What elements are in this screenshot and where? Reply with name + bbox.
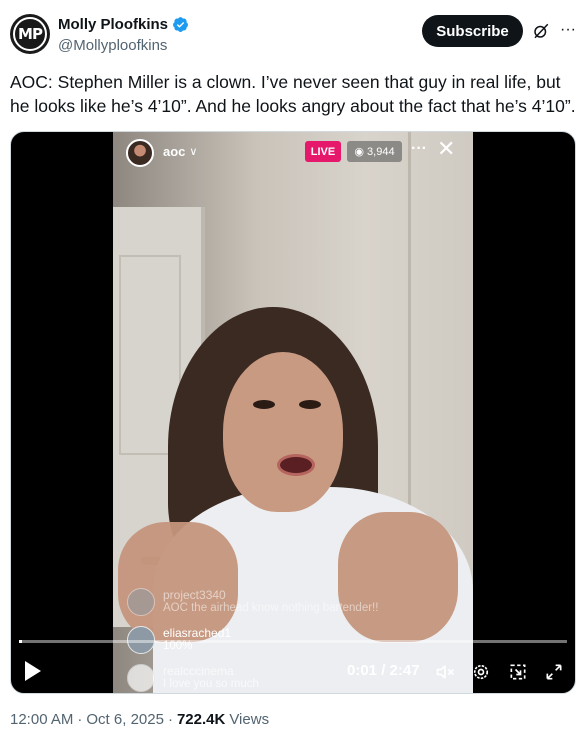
name-row: Molly Ploofkins xyxy=(58,16,189,33)
live-comment: project3340 AOC the airhead know nothing… xyxy=(127,588,378,616)
person-hand-right xyxy=(338,512,458,642)
viewer-count: 3,944 xyxy=(367,145,395,158)
stream-user: aoc ∨ xyxy=(163,144,197,159)
stream-avatar xyxy=(126,139,154,167)
grok-icon[interactable] xyxy=(532,22,550,40)
views-count: 722.4K xyxy=(176,711,226,728)
fullscreen-icon[interactable] xyxy=(544,662,564,682)
author-avatar[interactable]: MP xyxy=(10,14,50,54)
comment-user: eliasrached1 xyxy=(163,626,232,640)
chevron-down-icon: ∨ xyxy=(189,146,198,158)
video-time: 0:01 / 2:47 xyxy=(347,662,420,679)
comment-user: realcccinema xyxy=(163,664,234,678)
person-face xyxy=(223,352,343,512)
person-mouth xyxy=(277,454,315,476)
stream-username: aoc xyxy=(163,144,186,159)
pip-icon[interactable] xyxy=(508,662,528,682)
live-comment: realcccinema I love you so much xyxy=(127,664,259,692)
stream-more-icon: ··· xyxy=(411,140,427,157)
meta-separator: · xyxy=(77,711,83,728)
close-icon: ✕ xyxy=(437,136,456,161)
author-handle[interactable]: @Mollyploofkins xyxy=(58,37,167,54)
video-player[interactable]: aoc ∨ LIVE ◉ 3,944 ··· ✕ project3340 AOC… xyxy=(10,131,576,694)
video-progress-fill xyxy=(19,640,23,643)
viewer-count-badge: ◉ 3,944 xyxy=(347,141,402,162)
video-progress-bar[interactable] xyxy=(19,640,567,643)
play-icon[interactable] xyxy=(23,660,43,682)
verified-badge-icon[interactable] xyxy=(172,16,189,33)
comment-user: project3340 xyxy=(163,588,226,602)
tweet-text: AOC: Stephen Miller is a clown. I’ve nev… xyxy=(10,72,576,116)
tweet-time[interactable]: 12:00 AM xyxy=(10,711,73,728)
more-icon[interactable]: ··· xyxy=(558,20,578,40)
comment-avatar xyxy=(127,664,155,692)
author-display-name[interactable]: Molly Ploofkins xyxy=(58,16,168,33)
avatar-initials: MP xyxy=(13,17,47,51)
comment-text: AOC the airhead know nothing bartender!! xyxy=(163,602,379,614)
volume-muted-icon[interactable] xyxy=(435,662,455,682)
video-frame: aoc ∨ LIVE ◉ 3,944 ··· ✕ project3340 AOC… xyxy=(113,132,473,693)
settings-icon[interactable] xyxy=(471,662,491,682)
person-eye-left xyxy=(253,400,275,409)
tweet-date[interactable]: Oct 6, 2025 xyxy=(86,711,164,728)
live-badge: LIVE xyxy=(305,141,341,162)
eye-icon: ◉ xyxy=(354,146,365,158)
person-eye-right xyxy=(299,400,321,409)
tweet-meta: 12:00 AM · Oct 6, 2025 · 722.4K Views xyxy=(10,711,269,728)
person-hand-left xyxy=(118,522,238,642)
tweet-header: MP Molly Ploofkins @Mollyploofkins Subsc… xyxy=(10,10,578,60)
subscribe-button[interactable]: Subscribe xyxy=(422,15,523,47)
comment-text: I love you so much xyxy=(163,678,259,690)
views-label: Views xyxy=(229,711,270,728)
comment-avatar xyxy=(127,588,155,616)
meta-separator: · xyxy=(167,711,173,728)
